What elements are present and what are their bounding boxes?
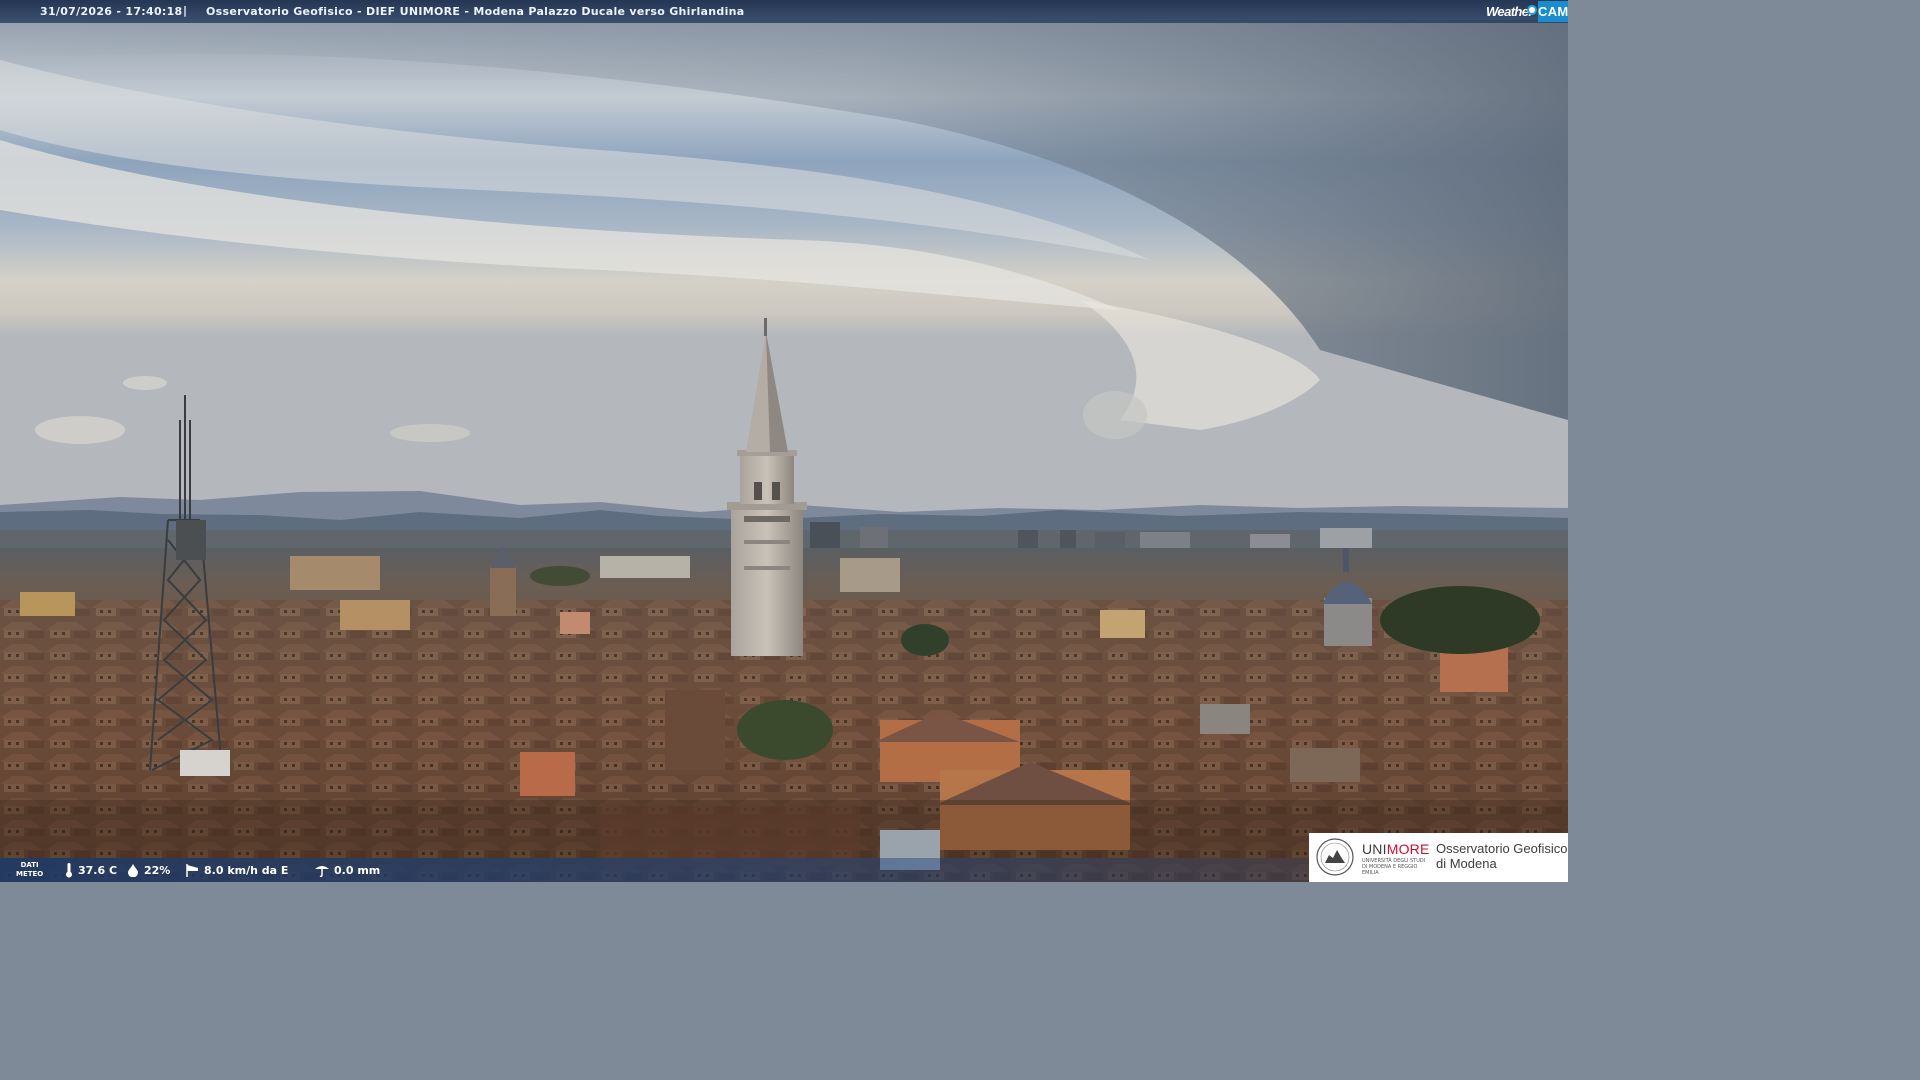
- weathercam-logo: Weather CAM: [1484, 0, 1568, 23]
- rain-reading: 0.0 mm: [314, 861, 380, 879]
- wind-reading: 8.0 km/h da E: [184, 861, 288, 879]
- temperature-reading: 37.6 C: [64, 861, 117, 879]
- weather-data-label: DATI METEO: [16, 861, 44, 878]
- camera-info-banner: 31/07/2026 - 17:40:18 | Osservatorio Geo…: [0, 0, 1568, 23]
- banner-separator: |: [183, 4, 188, 17]
- timestamp: 31/07/2026 - 17:40:18: [40, 5, 183, 18]
- droplet-icon: [128, 864, 138, 877]
- wind-value: 8.0 km/h da E: [204, 863, 289, 877]
- temperature-value: 37.6 C: [78, 863, 118, 877]
- weathercam-logo-word: Weather: [1486, 4, 1533, 19]
- lens-icon: [1527, 5, 1537, 15]
- unimore-wordmark: UNIMORE: [1362, 841, 1430, 857]
- thermometer-icon: [66, 863, 72, 878]
- humidity-reading: 22%: [126, 861, 170, 879]
- university-seal-icon: [1316, 838, 1354, 876]
- observatory-name: Osservatorio Geofisico di Modena: [1436, 841, 1568, 871]
- unimore-subtitle: UNIVERSITÀ DEGLI STUDI DI MODENA E REGGI…: [1362, 858, 1426, 876]
- humidity-value: 22%: [144, 863, 171, 877]
- unimore-logo-box: UNIMORE UNIVERSITÀ DEGLI STUDI DI MODENA…: [1309, 833, 1568, 882]
- weathercam-logo-cam: CAM: [1538, 1, 1568, 22]
- rain-value: 0.0 mm: [334, 863, 381, 877]
- windsock-icon: [186, 864, 198, 877]
- webcam-image: [0, 0, 1568, 882]
- camera-title: Osservatorio Geofisico - DIEF UNIMORE - …: [206, 5, 745, 18]
- weather-data-bar: DATI METEO 37.6 C 22% 8.0 km/h da E 0.0 …: [0, 858, 1308, 882]
- rain-gauge-icon: [315, 866, 329, 877]
